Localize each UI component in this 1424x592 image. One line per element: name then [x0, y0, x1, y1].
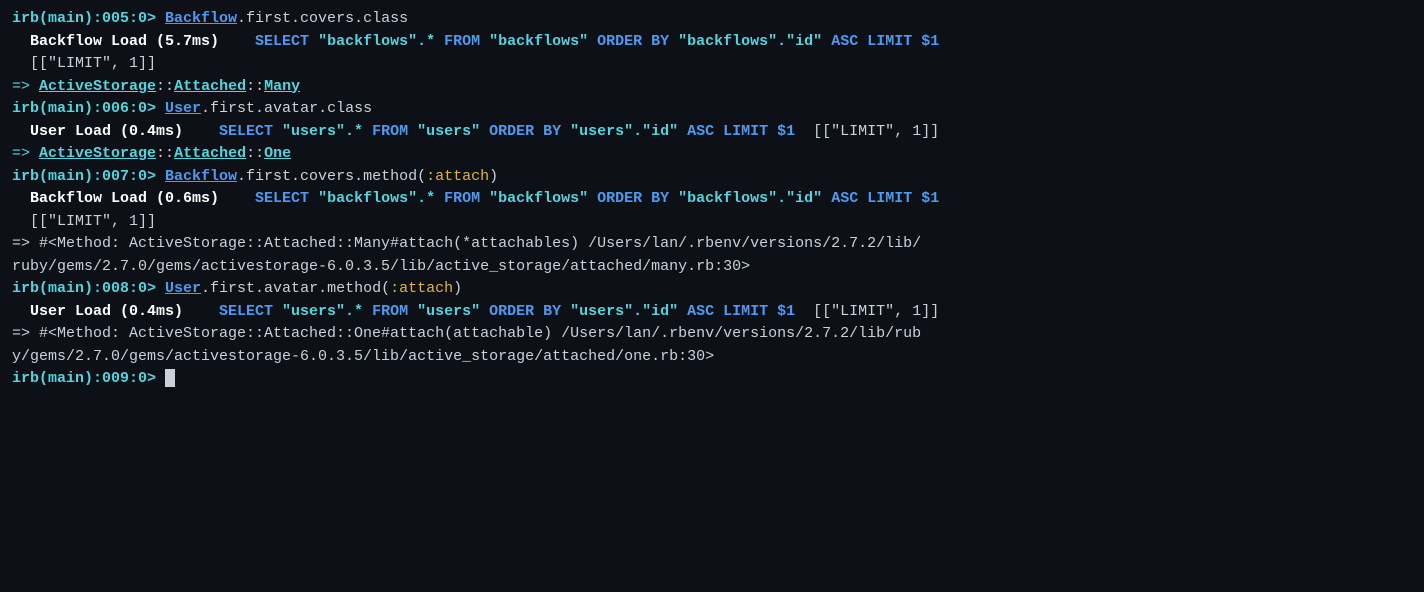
limit-6: [["LIMIT", 1]] — [795, 123, 939, 140]
result-ns2-7: Attached — [174, 145, 246, 162]
load-label-2: Backflow Load (5.7ms) — [12, 33, 237, 50]
command-close-13: ) — [453, 280, 462, 297]
terminal-cursor — [165, 369, 175, 387]
terminal-line-17[interactable]: irb(main):009:0> — [12, 368, 1412, 391]
sql-select-2: SELECT — [237, 33, 318, 50]
sql-table-14: "users" — [417, 303, 480, 320]
sql-orderby-9: "backflows"."id" — [678, 190, 822, 207]
sql-from-6: FROM — [363, 123, 417, 140]
sql-orderby-14: "users"."id" — [570, 303, 678, 320]
prompt-17: irb(main):009:0> — [12, 370, 165, 387]
command-rest-13: .first.avatar.method( — [201, 280, 390, 297]
terminal-line-14: User Load (0.4ms) SELECT "users".* FROM … — [12, 301, 1412, 324]
prompt-1: irb(main):005:0> — [12, 10, 165, 27]
result-ns3-7: One — [264, 145, 291, 162]
command-class-8: Backflow — [165, 168, 237, 185]
command-sym-13: :attach — [390, 280, 453, 297]
sql-cols-14: "users".* — [282, 303, 363, 320]
sql-from-2: FROM — [435, 33, 489, 50]
limit-3: [["LIMIT", 1]] — [12, 55, 156, 72]
terminal-line-8: irb(main):007:0> Backflow.first.covers.m… — [12, 166, 1412, 189]
result-15: => #<Method: ActiveStorage::Attached::On… — [12, 325, 921, 342]
sql-order-6: ORDER BY — [480, 123, 570, 140]
sql-cols-6: "users".* — [282, 123, 363, 140]
terminal-line-1: irb(main):005:0> Backflow.first.covers.c… — [12, 8, 1412, 31]
command-rest-1: .first.covers.class — [237, 10, 408, 27]
terminal-line-15: => #<Method: ActiveStorage::Attached::On… — [12, 323, 1412, 346]
command-class-13: User — [165, 280, 201, 297]
load-label-14: User Load (0.4ms) — [12, 303, 201, 320]
sql-order-2: ORDER BY — [588, 33, 678, 50]
sql-cols-9: "backflows".* — [318, 190, 435, 207]
result-sep2-4: :: — [246, 78, 264, 95]
result-ns2-4: Attached — [174, 78, 246, 95]
terminal-line-16: y/gems/2.7.0/gems/activestorage-6.0.3.5/… — [12, 346, 1412, 369]
sql-orderby-6: "users"."id" — [570, 123, 678, 140]
sql-asc-6: ASC LIMIT $1 — [678, 123, 795, 140]
prompt-13: irb(main):008:0> — [12, 280, 165, 297]
command-close-8: ) — [489, 168, 498, 185]
terminal-line-13: irb(main):008:0> User.first.avatar.metho… — [12, 278, 1412, 301]
sql-select-14: SELECT — [201, 303, 282, 320]
command-sym-8: :attach — [426, 168, 489, 185]
arrow-4: => — [12, 78, 39, 95]
command-rest-8: .first.covers.method( — [237, 168, 426, 185]
sql-asc-14: ASC LIMIT $1 — [678, 303, 795, 320]
terminal-line-11: => #<Method: ActiveStorage::Attached::Ma… — [12, 233, 1412, 256]
result-ns1-7: ActiveStorage — [39, 145, 156, 162]
sql-from-9: FROM — [435, 190, 489, 207]
prompt-5: irb(main):006:0> — [12, 100, 165, 117]
result-sep1-7: :: — [156, 145, 174, 162]
sql-table-6: "users" — [417, 123, 480, 140]
sql-table-9: "backflows" — [489, 190, 588, 207]
result-12: ruby/gems/2.7.0/gems/activestorage-6.0.3… — [12, 258, 750, 275]
sql-asc-2: ASC LIMIT $1 — [822, 33, 939, 50]
result-sep1-4: :: — [156, 78, 174, 95]
sql-from-14: FROM — [363, 303, 417, 320]
sql-asc-9: ASC LIMIT $1 — [822, 190, 939, 207]
terminal-line-2: Backflow Load (5.7ms) SELECT "backflows"… — [12, 31, 1412, 54]
sql-table-2: "backflows" — [489, 33, 588, 50]
terminal-line-10: [["LIMIT", 1]] — [12, 211, 1412, 234]
arrow-7: => — [12, 145, 39, 162]
command-class-1: Backflow — [165, 10, 237, 27]
terminal-line-3: [["LIMIT", 1]] — [12, 53, 1412, 76]
limit-10: [["LIMIT", 1]] — [12, 213, 156, 230]
sql-cols-2: "backflows".* — [318, 33, 435, 50]
result-11: => #<Method: ActiveStorage::Attached::Ma… — [12, 235, 921, 252]
terminal: irb(main):005:0> Backflow.first.covers.c… — [12, 8, 1412, 391]
load-label-6: User Load (0.4ms) — [12, 123, 201, 140]
terminal-line-4: => ActiveStorage::Attached::Many — [12, 76, 1412, 99]
command-class-5: User — [165, 100, 201, 117]
result-ns1-4: ActiveStorage — [39, 78, 156, 95]
load-label-9: Backflow Load (0.6ms) — [12, 190, 237, 207]
prompt-8: irb(main):007:0> — [12, 168, 165, 185]
terminal-line-6: User Load (0.4ms) SELECT "users".* FROM … — [12, 121, 1412, 144]
sql-select-9: SELECT — [237, 190, 318, 207]
command-rest-5: .first.avatar.class — [201, 100, 372, 117]
terminal-line-5: irb(main):006:0> User.first.avatar.class — [12, 98, 1412, 121]
terminal-line-7: => ActiveStorage::Attached::One — [12, 143, 1412, 166]
terminal-line-12: ruby/gems/2.7.0/gems/activestorage-6.0.3… — [12, 256, 1412, 279]
result-sep2-7: :: — [246, 145, 264, 162]
sql-orderby-2: "backflows"."id" — [678, 33, 822, 50]
result-16: y/gems/2.7.0/gems/activestorage-6.0.3.5/… — [12, 348, 714, 365]
sql-select-6: SELECT — [201, 123, 282, 140]
result-ns3-4: Many — [264, 78, 300, 95]
limit-14: [["LIMIT", 1]] — [795, 303, 939, 320]
sql-order-14: ORDER BY — [480, 303, 570, 320]
sql-order-9: ORDER BY — [588, 190, 678, 207]
terminal-line-9: Backflow Load (0.6ms) SELECT "backflows"… — [12, 188, 1412, 211]
